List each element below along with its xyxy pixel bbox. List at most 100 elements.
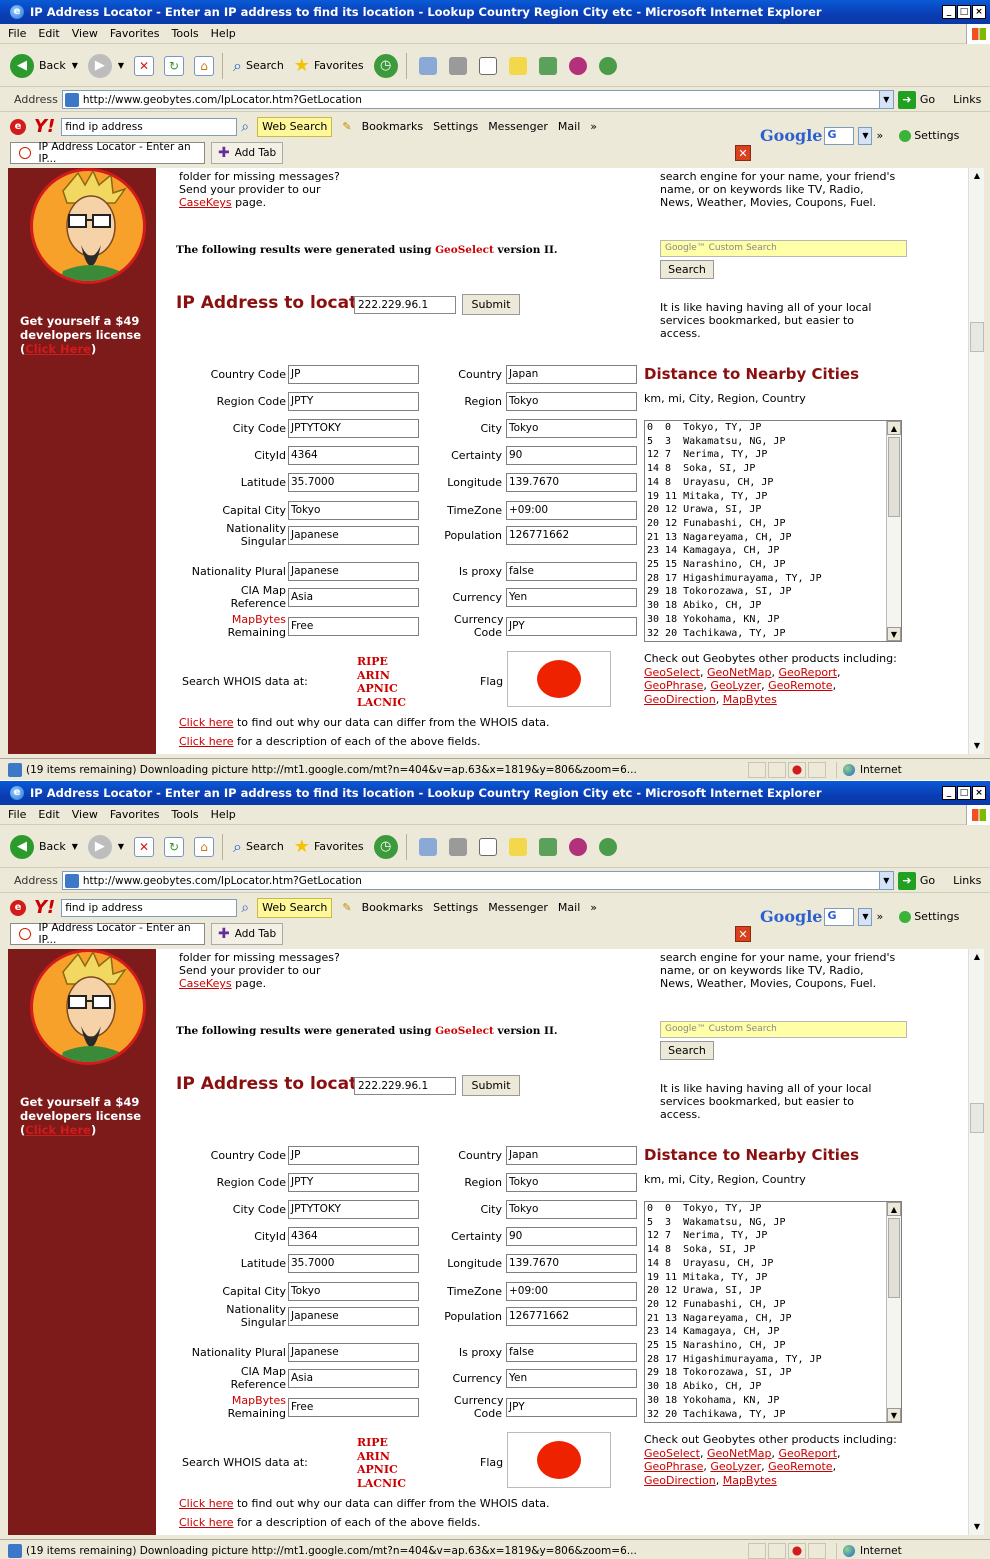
field-input[interactable]: Japan xyxy=(506,1146,637,1165)
scroll-thumb[interactable] xyxy=(970,1103,984,1133)
georemote-link[interactable]: GeoRemote xyxy=(768,1460,832,1473)
research-button[interactable] xyxy=(538,837,557,856)
home-button[interactable]: ⌂ xyxy=(194,55,215,76)
georemote-link[interactable]: GeoRemote xyxy=(768,679,832,692)
settings-button[interactable]: Settings xyxy=(433,120,478,133)
bookmarks-button[interactable]: Bookmarks xyxy=(362,901,423,914)
geolyzer-link[interactable]: GeoLyzer xyxy=(710,1460,761,1473)
scroll-down-icon[interactable]: ▼ xyxy=(887,627,901,641)
city-row[interactable]: 5 3 Wakamatsu, NG, JP xyxy=(645,435,901,449)
city-row[interactable]: 19 11 Mitaka, TY, JP xyxy=(645,490,901,504)
field-input[interactable]: Japanese xyxy=(288,1307,419,1326)
submit-button[interactable]: Submit xyxy=(462,1075,520,1096)
close-tab-icon[interactable]: ✕ xyxy=(735,145,751,161)
field-input[interactable]: Tokyo xyxy=(506,1173,637,1192)
nearby-cities-list[interactable]: 0 0 Tokyo, TY, JP 5 3 Wakamatsu, NG, JP 12… xyxy=(644,1201,902,1423)
field-input[interactable]: Tokyo xyxy=(506,1200,637,1219)
arin-link[interactable]: ARIN xyxy=(357,1450,406,1464)
yahoo-logo[interactable]: Y! xyxy=(34,897,55,918)
maximize-button[interactable]: □ xyxy=(957,786,971,800)
field-input[interactable]: Asia xyxy=(288,588,419,607)
field-input[interactable]: 139.7670 xyxy=(506,1254,637,1273)
forward-button[interactable]: ▶ ▼ xyxy=(87,834,124,859)
messenger-button[interactable]: Messenger xyxy=(488,901,548,914)
city-row[interactable]: 25 15 Narashino, CH, JP xyxy=(645,558,901,572)
city-row[interactable]: 30 18 Abiko, CH, JP xyxy=(645,1380,901,1394)
ip-input[interactable]: 222.229.96.1 xyxy=(354,296,456,314)
scroll-thumb[interactable] xyxy=(970,322,984,352)
city-row[interactable]: 5 3 Wakamatsu, NG, JP xyxy=(645,1216,901,1230)
yahoo-menu-icon[interactable]: e xyxy=(10,899,26,916)
refresh-button[interactable]: ↻ xyxy=(164,55,185,76)
edit-button[interactable] xyxy=(478,837,497,856)
ripe-link[interactable]: RIPE xyxy=(357,655,406,669)
field-input[interactable]: Tokyo xyxy=(506,419,637,438)
field-input[interactable]: Tokyo xyxy=(506,392,637,411)
field-input[interactable]: JP xyxy=(288,1146,419,1165)
google-selector[interactable]: G xyxy=(824,907,855,926)
address-dropdown-icon[interactable]: ▼ xyxy=(878,872,893,889)
menu-edit[interactable]: Edit xyxy=(38,27,59,40)
google-search-dropdown[interactable]: ▼ xyxy=(858,907,873,926)
field-input[interactable]: JPTYTOKY xyxy=(288,1200,419,1219)
address-field[interactable]: http://www.geobytes.com/IpLocator.htm?Ge… xyxy=(61,871,894,890)
city-row[interactable]: 21 13 Nagareyama, CH, JP xyxy=(645,1312,901,1326)
scroll-thumb[interactable] xyxy=(888,1218,900,1298)
city-row[interactable]: 28 17 Higashimurayama, TY, JP xyxy=(645,572,901,586)
links-button[interactable]: Links xyxy=(953,93,981,106)
field-input[interactable]: Japanese xyxy=(288,526,419,545)
field-input[interactable]: JP xyxy=(288,365,419,384)
field-input[interactable]: 4364 xyxy=(288,446,419,465)
field-input[interactable]: +09:00 xyxy=(506,1282,637,1301)
yahoo-search-input[interactable]: find ip address xyxy=(61,898,238,917)
city-row[interactable]: 23 14 Kamagaya, CH, JP xyxy=(645,544,901,558)
yahoo-overflow-button[interactable]: » xyxy=(590,120,597,133)
scroll-up-icon[interactable]: ▲ xyxy=(969,168,984,184)
yahoo-overflow-button[interactable]: » xyxy=(590,901,597,914)
web-search-button[interactable]: Web Search xyxy=(257,116,333,137)
mapbytes-link[interactable]: MapBytes xyxy=(723,693,777,706)
add-tab-button[interactable]: ✚ Add Tab xyxy=(211,923,284,945)
ripe-link[interactable]: RIPE xyxy=(357,1436,406,1450)
yahoo-search-input[interactable]: find ip address xyxy=(61,117,238,136)
mail-button[interactable]: Mail xyxy=(558,901,580,914)
history-button[interactable]: ◷ xyxy=(373,53,398,78)
field-input[interactable]: JPY xyxy=(506,617,637,636)
print-button[interactable] xyxy=(448,56,467,75)
field-input[interactable]: Japan xyxy=(506,365,637,384)
city-row[interactable]: 12 7 Nerima, TY, JP xyxy=(645,448,901,462)
arin-link[interactable]: ARIN xyxy=(357,669,406,683)
field-input[interactable]: false xyxy=(506,562,637,581)
search-icon[interactable]: ⌕ xyxy=(241,119,249,135)
field-input[interactable]: 126771662 xyxy=(506,526,637,545)
menu-file[interactable]: File xyxy=(8,27,26,40)
messenger-button[interactable]: Messenger xyxy=(488,120,548,133)
field-input[interactable]: Free xyxy=(288,1398,419,1417)
maximize-button[interactable]: □ xyxy=(957,5,971,19)
list-scrollbar[interactable]: ▲ ▼ xyxy=(886,1202,901,1422)
google-search-button[interactable]: Search xyxy=(660,260,714,279)
georeport-link[interactable]: GeoReport xyxy=(779,1447,838,1460)
city-row[interactable]: 0 0 Tokyo, TY, JP xyxy=(645,421,901,435)
msn-button[interactable] xyxy=(598,56,617,75)
go-button[interactable]: ➜ Go xyxy=(897,90,935,109)
geonetmap-link[interactable]: GeoNetMap xyxy=(707,666,772,679)
google-overflow-button[interactable]: » xyxy=(876,910,883,923)
stop-button[interactable]: ✕ xyxy=(134,55,155,76)
promo-click-here-link[interactable]: Click Here xyxy=(25,342,91,356)
field-input[interactable]: 90 xyxy=(506,446,637,465)
menu-edit[interactable]: Edit xyxy=(38,808,59,821)
edit-button[interactable] xyxy=(478,56,497,75)
scroll-thumb[interactable] xyxy=(888,437,900,517)
menu-favorites[interactable]: Favorites xyxy=(110,808,160,821)
field-input[interactable]: JPY xyxy=(506,1398,637,1417)
city-row[interactable]: 32 20 Tachikawa, TY, JP xyxy=(645,627,901,641)
click-here-link[interactable]: Click here xyxy=(179,1516,234,1529)
messenger-button[interactable] xyxy=(568,837,587,856)
menu-tools[interactable]: Tools xyxy=(172,808,199,821)
city-row[interactable]: 14 8 Soka, SI, JP xyxy=(645,462,901,476)
field-input[interactable]: +09:00 xyxy=(506,501,637,520)
geoselect-link[interactable]: GeoSelect xyxy=(435,1025,494,1037)
minimize-button[interactable]: _ xyxy=(942,786,956,800)
menu-file[interactable]: File xyxy=(8,808,26,821)
